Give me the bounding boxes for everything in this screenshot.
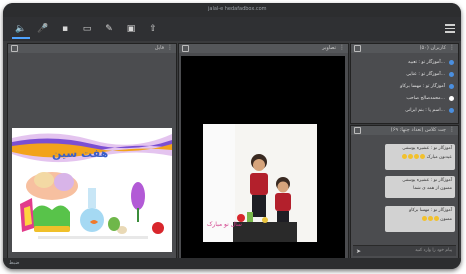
volume-icon[interactable]: 🔈 <box>12 23 30 39</box>
toolbar: 🔈 🎤 ▪ ▭ ✎ ▣ ⇧ <box>3 17 461 41</box>
upload-icon[interactable]: ⇧ <box>147 23 159 35</box>
message-text: ممنون از همه ی شما <box>413 186 452 191</box>
video-header: تصاویر ⋮ <box>179 44 348 53</box>
status-text: ضبط <box>9 260 20 266</box>
more-options-icon[interactable]: ⋮ <box>449 126 455 133</box>
message-sender: آموزگار تو : عشیره یوسفی <box>402 178 452 183</box>
chat-header: چت کلاس (تعداد چتها: ۶۹) ⋮ <box>351 126 458 135</box>
emoji-icon <box>427 216 433 221</box>
slide-image: هفت سین <box>12 128 172 252</box>
window-title: jalal-e hedafadbox.com <box>208 6 267 12</box>
users-title: کاربران (۵۰) <box>419 45 446 51</box>
pen-icon[interactable]: ✎ <box>103 23 115 35</box>
emoji-icon <box>414 154 420 159</box>
user-icon <box>449 96 454 101</box>
users-icon <box>354 45 361 52</box>
camera-icon[interactable]: ▪ <box>59 23 71 35</box>
user-name: اسم پا : بنم ایرانی... <box>405 108 445 113</box>
presentation-title: فایل <box>154 45 164 51</box>
status-bar: ضبط <box>3 258 461 269</box>
emoji-icon <box>433 216 439 221</box>
user-item[interactable]: آموزگار تو : مهسا برکاو <box>354 83 455 91</box>
message-sender: آموزگار تو : مهسا برکاو <box>409 208 452 213</box>
chat-input-placeholder[interactable]: پیام خود را وارد کنید <box>415 248 452 253</box>
haft-sin-illustration: هفت سین <box>12 128 172 252</box>
chat-message: آموزگار تو : عشیره یوسفی عیدتون مبارک <box>385 144 455 170</box>
chat-composer[interactable]: ➤ پیام خود را وارد کنید <box>353 245 456 256</box>
panel-icon <box>182 45 189 52</box>
chat-title: چت کلاس (تعداد چتها: ۶۹) <box>390 127 446 133</box>
user-item[interactable]: اسم پا : بنم ایرانی... <box>354 107 455 115</box>
chat-panel: چت کلاس (تعداد چتها: ۶۹) ⋮ آموزگار تو : … <box>350 125 459 259</box>
user-icon <box>449 72 454 77</box>
message-text: ممنون <box>421 216 452 222</box>
hamburger-icon[interactable] <box>445 24 455 33</box>
presentation-header: فایل ⋮ <box>8 44 176 53</box>
message-sender: آموزگار تو : عشیره یوسفی <box>402 146 452 151</box>
more-options-icon[interactable]: ⋮ <box>167 44 173 51</box>
photo-caption: سال نو مبارک <box>207 220 242 228</box>
user-name: آموزگار تو : مهسا برکاو <box>400 84 445 89</box>
user-icon <box>449 108 454 113</box>
chat-message: آموزگار تو : عشیره یوسفی ممنون از همه ی … <box>385 176 455 198</box>
chat-icon <box>354 127 361 134</box>
users-panel: کاربران (۵۰) ⋮ آموزگار تو : تعبیه... آمو… <box>350 43 459 124</box>
user-name: آموزگار تو : عنایی... <box>406 72 445 77</box>
send-icon[interactable]: ➤ <box>356 248 361 255</box>
message-body: ممنون <box>440 217 452 222</box>
more-options-icon[interactable]: ⋮ <box>339 44 345 51</box>
children-photo: سال نو مبارک <box>203 124 317 242</box>
video-title: تصاویر <box>322 45 336 51</box>
user-item[interactable]: محمدصالح صاحب... <box>354 95 455 103</box>
user-name: آموزگار تو : تعبیه... <box>408 60 445 65</box>
app-window: jalal-e hedafadbox.com 🔈 🎤 ▪ ▭ ✎ ▣ ⇧ فای… <box>3 3 461 269</box>
user-item[interactable]: آموزگار تو : عنایی... <box>354 71 455 79</box>
user-icon <box>449 60 454 65</box>
whiteboard-icon[interactable]: ▣ <box>125 23 137 35</box>
emoji-icon <box>408 154 414 159</box>
more-options-icon[interactable]: ⋮ <box>449 44 455 51</box>
screen-share-icon[interactable]: ▭ <box>81 23 93 35</box>
mic-off-icon[interactable]: 🎤 <box>37 23 49 35</box>
emoji-icon <box>420 154 426 159</box>
emoji-icon <box>421 216 427 221</box>
user-item[interactable]: آموزگار تو : تعبیه... <box>354 59 455 67</box>
video-panel: تصاویر ⋮ سال نو مبارک <box>178 43 349 269</box>
users-header: کاربران (۵۰) ⋮ <box>351 44 458 53</box>
title-bar: jalal-e hedafadbox.com <box>3 3 461 17</box>
chat-message: آموزگار تو : مهسا برکاو ممنون <box>385 206 455 232</box>
presentation-panel: فایل ⋮ هفت سین <box>7 43 177 259</box>
user-name: محمدصالح صاحب... <box>406 96 445 101</box>
emoji-icon <box>402 154 408 159</box>
slide-heading: هفت سین <box>52 147 108 160</box>
message-text: عیدتون مبارک <box>401 154 452 160</box>
user-icon <box>449 84 454 89</box>
panel-icon <box>11 45 18 52</box>
shared-photo: سال نو مبارک <box>203 124 317 242</box>
message-body: عیدتون مبارک <box>426 155 452 160</box>
